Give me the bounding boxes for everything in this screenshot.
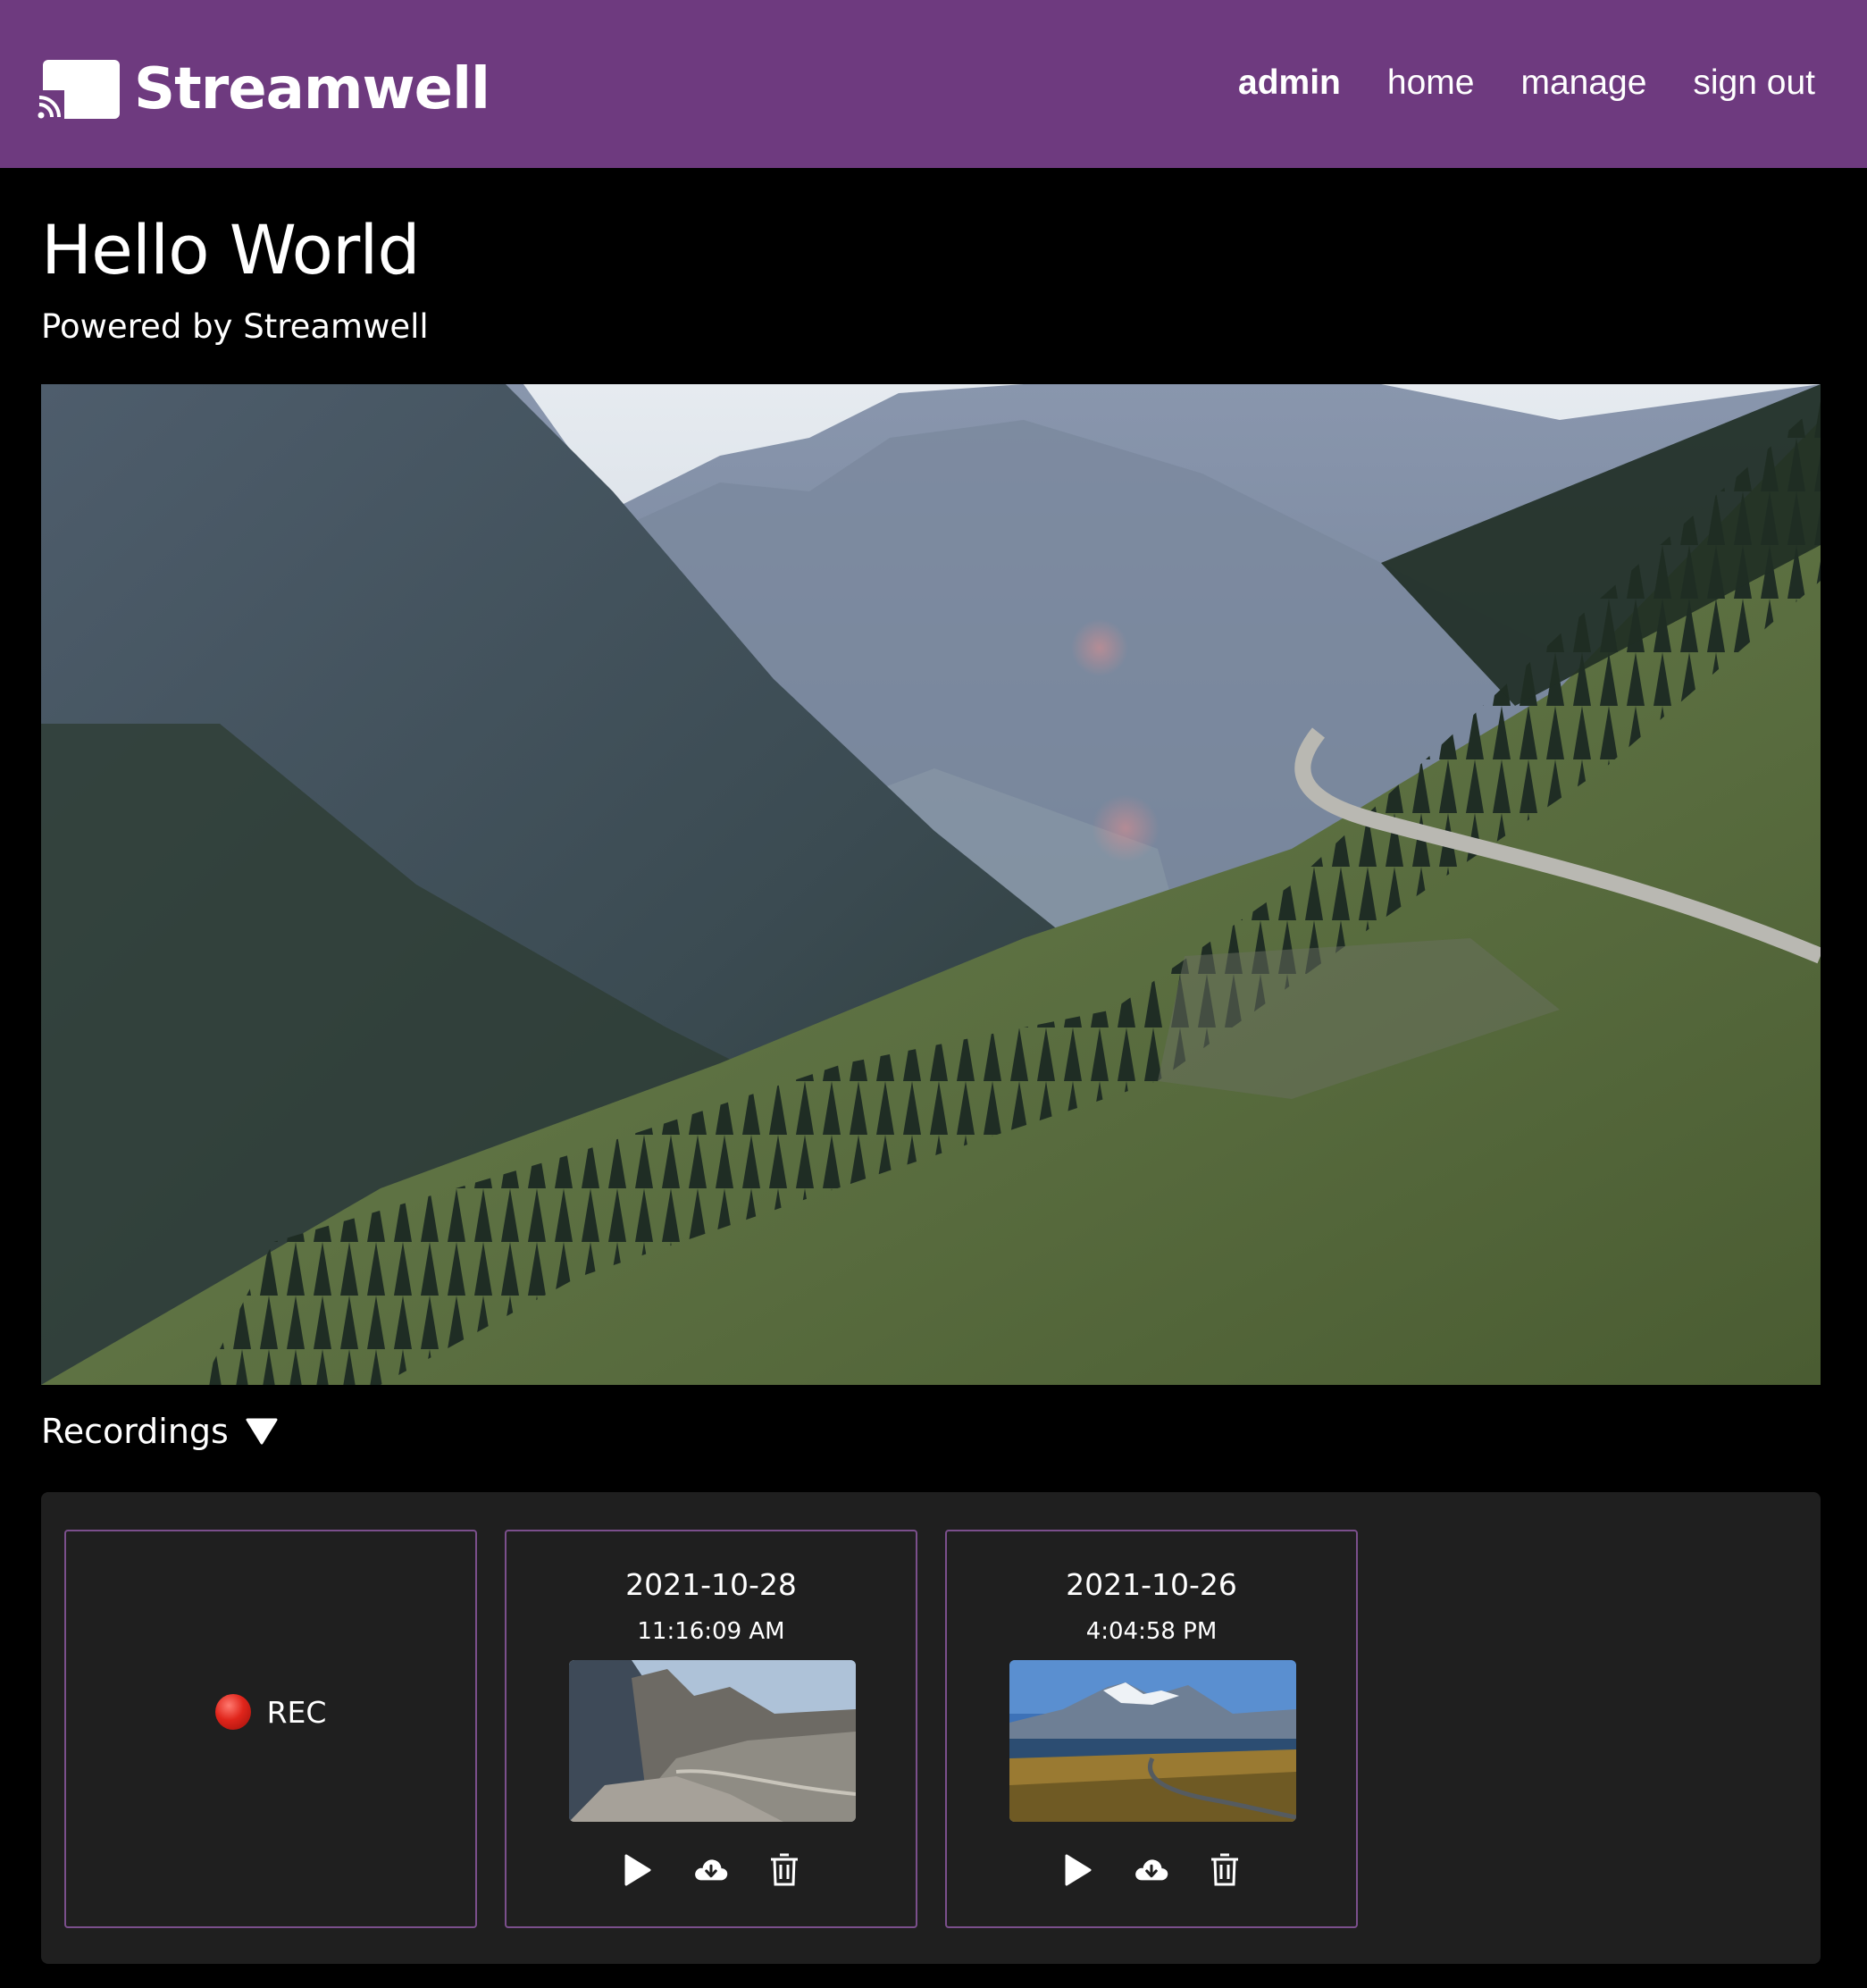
thumbnail-image	[569, 1660, 856, 1822]
recording-date: 2021-10-26	[1066, 1567, 1237, 1602]
cast-screen-icon	[38, 60, 120, 119]
video-frame	[41, 384, 1821, 1385]
top-navbar: Streamwell admin home manage sign out	[0, 0, 1867, 168]
trash-icon	[771, 1853, 798, 1886]
download-button[interactable]	[1134, 1851, 1169, 1889]
brand-logo-link[interactable]: Streamwell	[38, 52, 490, 127]
recording-card: 2021-10-26 4:04:58 PM	[945, 1530, 1358, 1928]
download-cloud-icon	[1135, 1859, 1168, 1881]
recording-actions	[507, 1851, 916, 1889]
recording-thumbnail[interactable]	[569, 1660, 856, 1822]
play-button[interactable]	[620, 1851, 656, 1889]
delete-button[interactable]	[1207, 1851, 1243, 1889]
rec-label: REC	[266, 1694, 327, 1730]
video-player[interactable]	[41, 384, 1821, 1385]
recording-card: 2021-10-28 11:16:09 AM	[505, 1530, 917, 1928]
live-indicator: REC	[66, 1694, 475, 1730]
thumbnail-image	[1009, 1660, 1296, 1822]
triangle-down-icon	[246, 1418, 278, 1445]
nav-home[interactable]: home	[1387, 54, 1475, 113]
nav-sign-out[interactable]: sign out	[1693, 54, 1815, 113]
delete-button[interactable]	[766, 1851, 802, 1889]
recordings-toggle-label: Recordings	[41, 1412, 229, 1451]
main-nav: admin home manage sign out	[1238, 54, 1815, 113]
recordings-toggle[interactable]: Recordings	[41, 1405, 279, 1458]
page-subtitle: Powered by Streamwell	[41, 307, 429, 346]
recording-time: 4:04:58 PM	[1085, 1618, 1218, 1645]
trash-icon	[1211, 1853, 1238, 1886]
page-title: Hello World	[41, 210, 421, 289]
recording-time: 11:16:09 AM	[637, 1618, 785, 1645]
nav-manage[interactable]: manage	[1520, 54, 1646, 113]
recording-actions	[947, 1851, 1356, 1889]
red-circle-icon	[214, 1694, 251, 1730]
play-icon	[1065, 1854, 1092, 1886]
download-button[interactable]	[693, 1851, 729, 1889]
download-cloud-icon	[695, 1859, 728, 1881]
play-icon	[624, 1854, 651, 1886]
nav-admin[interactable]: admin	[1238, 54, 1341, 113]
recording-thumbnail[interactable]	[1009, 1660, 1296, 1822]
live-recording-card[interactable]: REC	[64, 1530, 477, 1928]
brand-name: Streamwell	[134, 56, 490, 122]
recordings-panel: REC 2021-10-28 11:16:09 AM 2021-10-26 4:…	[41, 1492, 1821, 1964]
play-button[interactable]	[1060, 1851, 1096, 1889]
recording-date: 2021-10-28	[625, 1567, 797, 1602]
